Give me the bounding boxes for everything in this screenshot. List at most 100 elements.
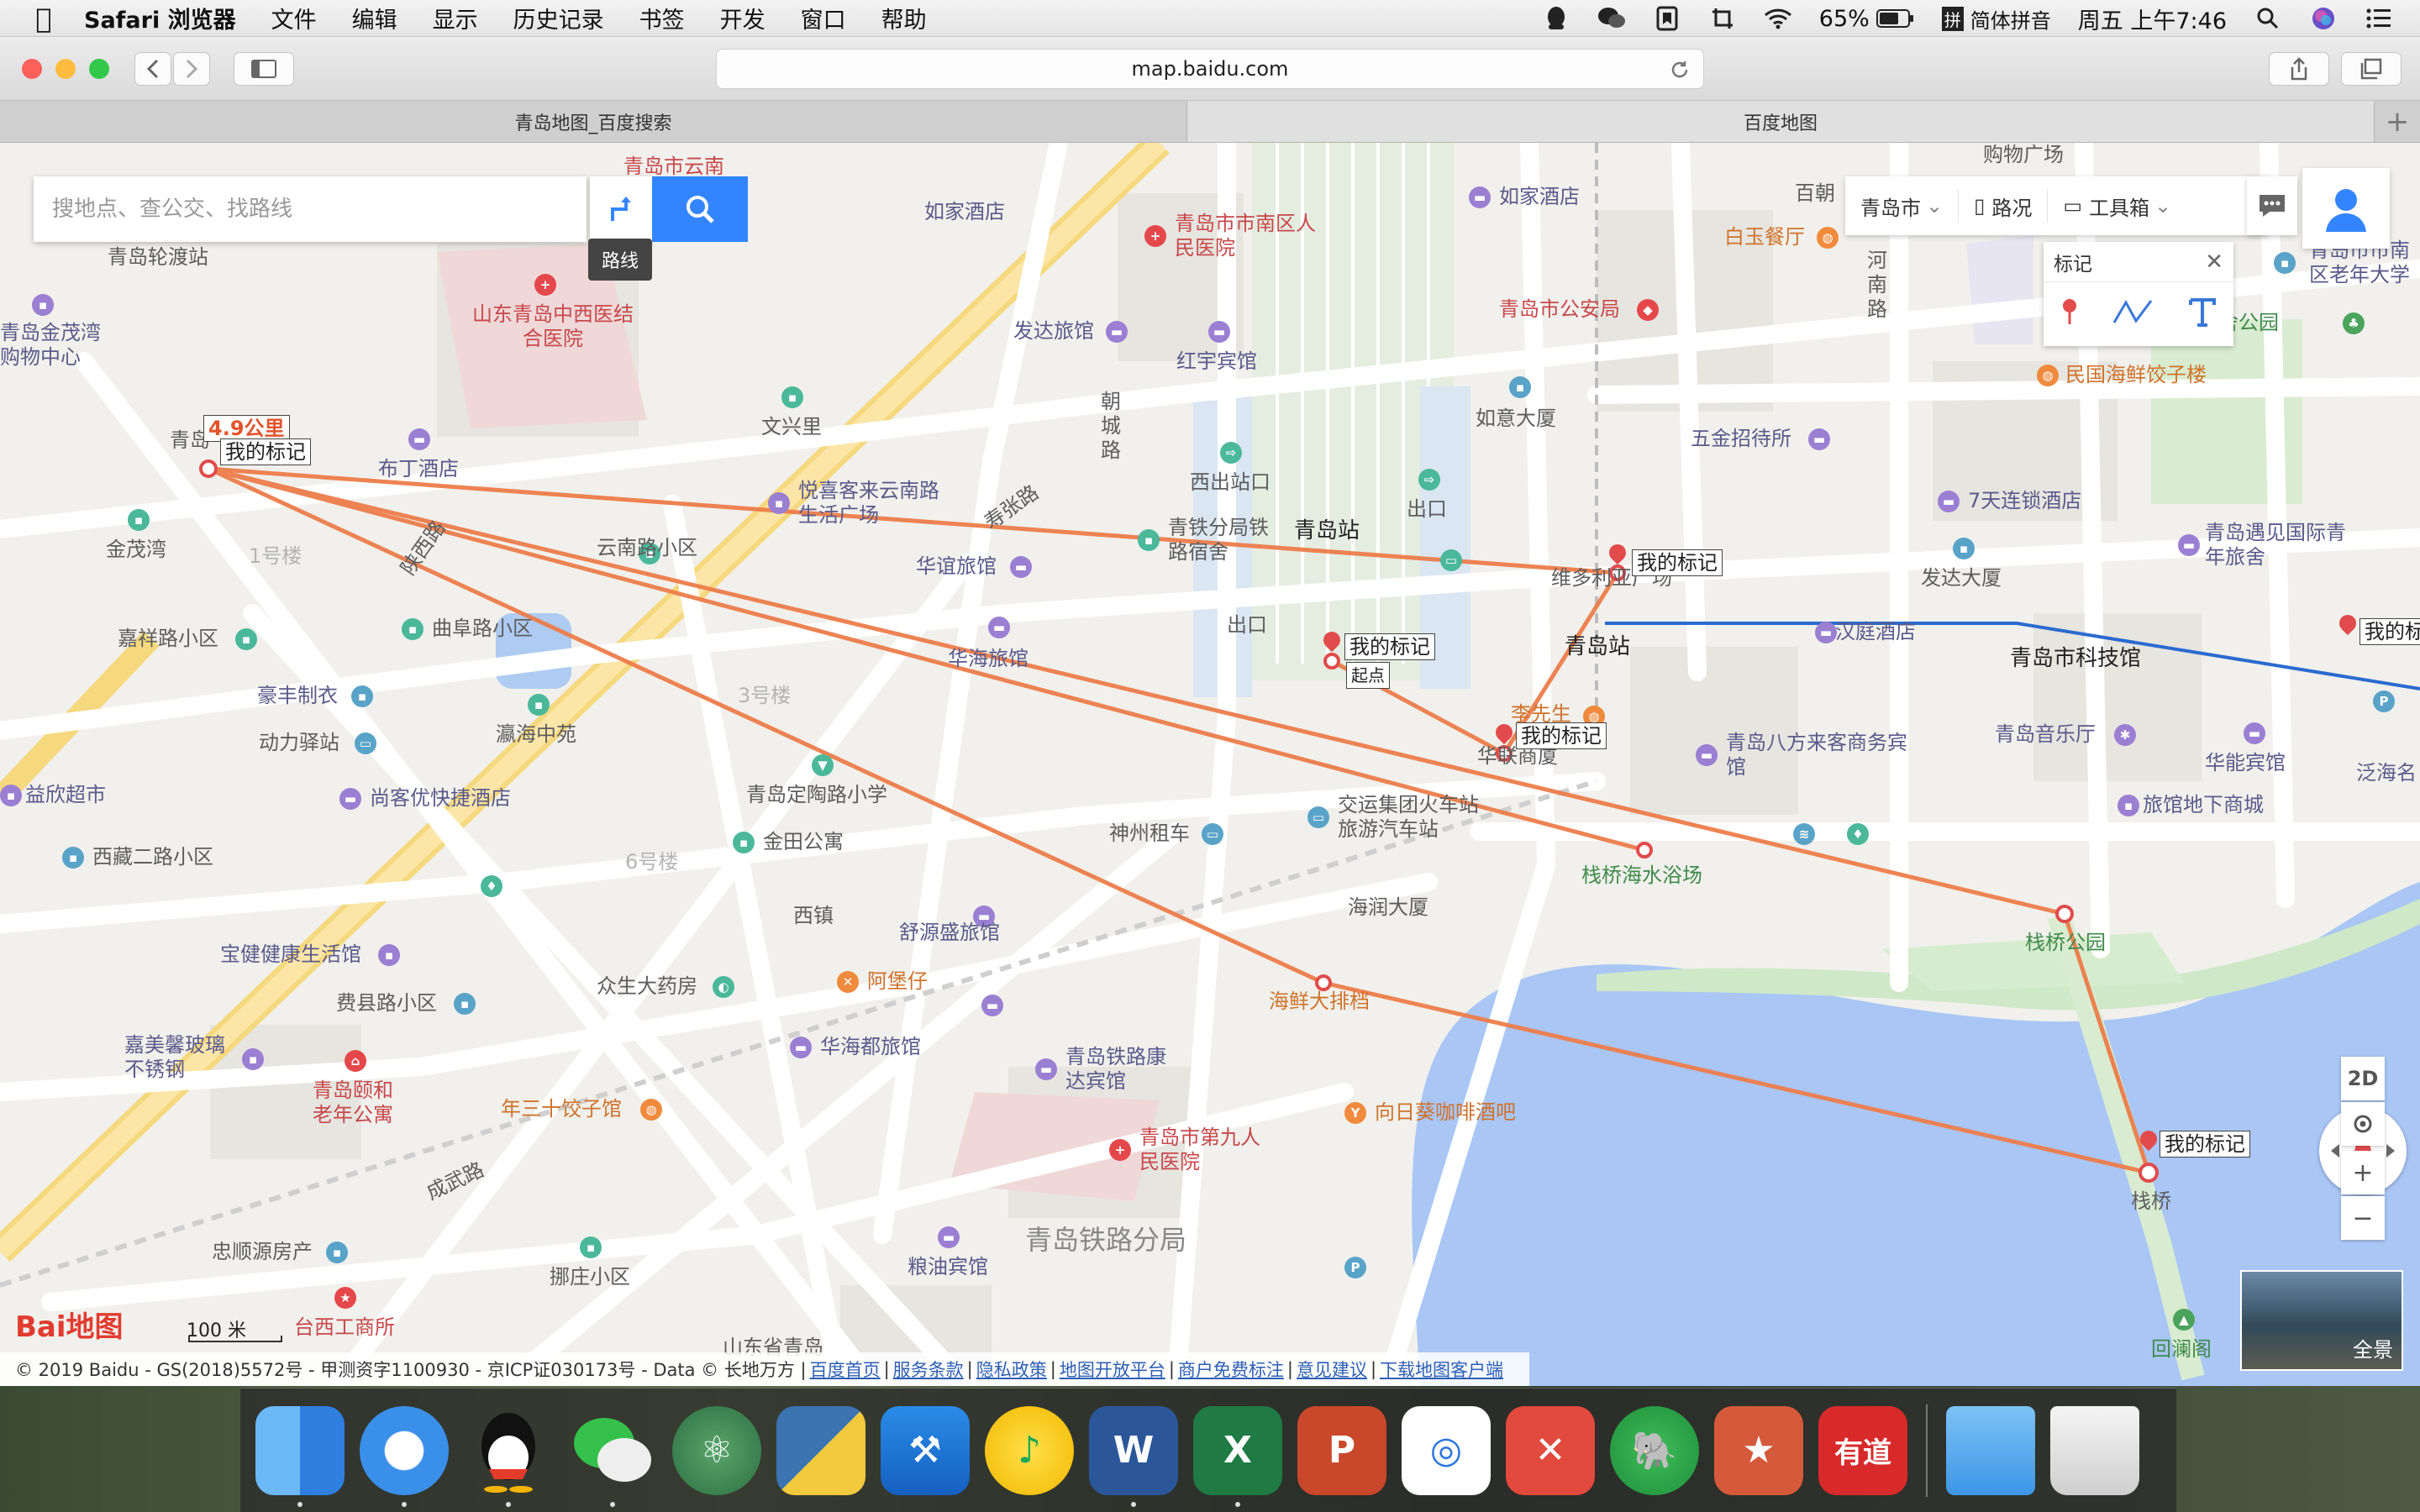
- safari-icon[interactable]: [360, 1405, 449, 1507]
- map-label[interactable]: 五金招待所: [1691, 427, 1791, 451]
- menu-develop[interactable]: 开发: [720, 2, 765, 34]
- share-button[interactable]: [2269, 52, 2329, 86]
- community-icon[interactable]: ▪: [235, 628, 257, 650]
- map-label[interactable]: 费县路小区: [336, 991, 437, 1016]
- restaurant-icon[interactable]: ✕: [837, 971, 859, 993]
- menu-file[interactable]: 文件: [271, 2, 317, 34]
- zoom-window-button[interactable]: [89, 59, 109, 79]
- shop-icon[interactable]: ▪: [351, 685, 373, 707]
- my-marker-label[interactable]: 我的标记: [1344, 633, 1435, 660]
- map-label[interactable]: 忠顺源房产: [212, 1240, 313, 1264]
- close-window-button[interactable]: [22, 59, 42, 79]
- map-label[interactable]: 如家酒店: [1499, 185, 1580, 209]
- wechat-icon[interactable]: [568, 1406, 657, 1507]
- word-icon[interactable]: W: [1089, 1405, 1178, 1507]
- map-label[interactable]: 布丁酒店: [378, 457, 459, 481]
- youdao-icon[interactable]: 有道: [1818, 1405, 1907, 1495]
- map-label[interactable]: 旅馆地下商城: [2143, 793, 2264, 817]
- zoom-out-button[interactable]: −: [2341, 1196, 2385, 1240]
- map-canvas[interactable]: 青岛轮渡站 青岛市云南 如家酒店 + 青岛市市南区人民医院 ▬ 如家酒店 百朝 …: [0, 143, 2420, 1386]
- map-label[interactable]: 青岛颐和老年公寓: [313, 1079, 405, 1127]
- map-label[interactable]: 益欣超市: [25, 783, 106, 807]
- bookmark-app-status-icon[interactable]: [1653, 6, 1681, 31]
- my-marker-label[interactable]: 我的标记: [220, 438, 311, 465]
- map-label[interactable]: 民国海鲜饺子楼: [2065, 363, 2207, 387]
- restaurant-icon[interactable]: ◍: [640, 1099, 662, 1121]
- menu-edit[interactable]: 编辑: [352, 2, 397, 34]
- map-label[interactable]: 云南路小区: [597, 536, 697, 560]
- map-label[interactable]: 青岛定陶路小学: [746, 783, 887, 807]
- address-bar[interactable]: map.baidu.com: [716, 49, 1704, 89]
- wps-icon[interactable]: ✕: [1506, 1405, 1595, 1495]
- hotel-icon[interactable]: ▬: [1035, 1058, 1057, 1080]
- map-label[interactable]: 山东青岛中西医结合医院: [469, 302, 637, 351]
- restaurant-icon[interactable]: ◍: [1817, 227, 1839, 249]
- map-label[interactable]: 动力驿站: [259, 731, 339, 755]
- map-label[interactable]: 7天连锁酒店: [1968, 489, 2081, 513]
- route-button[interactable]: [590, 176, 652, 242]
- map-label[interactable]: 向日葵咖啡酒吧: [1375, 1100, 1516, 1125]
- footer-link[interactable]: 商户免费标注: [1178, 1357, 1284, 1382]
- car-icon[interactable]: ▭: [1202, 823, 1223, 845]
- mall-icon[interactable]: ▪: [32, 294, 54, 316]
- trash-icon[interactable]: [2050, 1405, 2139, 1495]
- hotel-icon[interactable]: ▬: [988, 617, 1010, 638]
- map-label[interactable]: 青岛遇见国际青年旅舍: [2205, 521, 2348, 570]
- finder-icon[interactable]: [255, 1405, 345, 1507]
- input-method-menu[interactable]: 拼 简体拼音: [1941, 4, 2051, 34]
- hotel-icon[interactable]: ▬: [2178, 534, 2200, 556]
- map-label[interactable]: 购物广场: [1983, 143, 2064, 167]
- hotel-icon[interactable]: ▬: [1469, 186, 1491, 208]
- map-label[interactable]: 华海旅馆: [948, 647, 1028, 671]
- car-icon[interactable]: ▭: [355, 732, 376, 754]
- exit-icon[interactable]: ⇨: [1220, 442, 1242, 464]
- sidebar-button[interactable]: [234, 52, 294, 86]
- close-icon[interactable]: ✕: [2205, 249, 2223, 275]
- point-marker-tool[interactable]: [2060, 297, 2080, 329]
- map-label[interactable]: 海鲜大排档: [1269, 990, 1370, 1014]
- map-label[interactable]: 神州租车: [1109, 822, 1190, 846]
- map-label[interactable]: 西镇: [793, 904, 834, 928]
- hospital-icon[interactable]: +: [534, 274, 556, 296]
- tab-qingdao-search[interactable]: 青岛地图_百度搜索: [0, 101, 1187, 142]
- hotel-icon[interactable]: ▬: [981, 995, 1003, 1016]
- menu-window[interactable]: 窗口: [801, 2, 846, 34]
- toilet-icon[interactable]: ♦: [481, 875, 502, 897]
- siri-icon[interactable]: [2309, 6, 2338, 31]
- hotel-icon[interactable]: ▬: [1938, 491, 1960, 512]
- map-label[interactable]: 青岛市市南区人民医院: [1175, 212, 1318, 260]
- map-label[interactable]: 出口: [1227, 613, 1267, 638]
- hospital-icon[interactable]: +: [1109, 1139, 1131, 1161]
- bus-icon[interactable]: ▭: [1440, 549, 1462, 571]
- qq-icon[interactable]: [464, 1406, 553, 1507]
- map-label[interactable]: 青岛站: [1565, 635, 1630, 659]
- exit-icon[interactable]: ⇨: [1418, 469, 1440, 491]
- user-avatar-button[interactable]: [2302, 168, 2390, 249]
- map-label[interactable]: 青岛八方来客商务宾馆: [1726, 731, 1911, 780]
- hotel-icon[interactable]: ▬: [1808, 428, 1830, 450]
- map-label[interactable]: 发达大厦: [1921, 566, 2002, 591]
- map-label[interactable]: 悦喜客来云南路生活广场: [798, 479, 950, 528]
- map-label[interactable]: 交运集团火车站旅游汽车站: [1338, 793, 1497, 842]
- qq-music-icon[interactable]: ♪: [985, 1405, 1074, 1495]
- map-label[interactable]: 金田公寓: [763, 830, 844, 854]
- map-label[interactable]: 朝城路: [1101, 390, 1126, 463]
- map-label[interactable]: 豪丰制衣: [257, 684, 338, 708]
- locate-button[interactable]: [2341, 1102, 2385, 1146]
- map-label[interactable]: 嘉美馨玻璃不锈钢: [124, 1033, 242, 1082]
- community-icon[interactable]: ▪: [580, 1236, 602, 1258]
- map-label[interactable]: 出口: [1407, 497, 1447, 522]
- building-icon[interactable]: ▪: [1138, 529, 1160, 551]
- new-tab-button[interactable]: +: [2375, 101, 2420, 142]
- hotel-icon[interactable]: ▬: [1106, 321, 1128, 343]
- map-label[interactable]: 瀛海中苑: [496, 722, 576, 747]
- tab-baidu-map[interactable]: 百度地图: [1187, 101, 2375, 142]
- footer-link[interactable]: 地图开放平台: [1060, 1357, 1165, 1382]
- community-icon[interactable]: ▪: [128, 509, 150, 531]
- back-button[interactable]: [134, 52, 171, 86]
- mall-icon[interactable]: ▪: [2118, 795, 2139, 816]
- map-label[interactable]: 青岛市科技馆: [2010, 647, 2141, 671]
- map-label[interactable]: 阿堡仔: [867, 969, 928, 994]
- map-label[interactable]: 文兴里: [761, 415, 822, 439]
- map-label[interactable]: 青岛铁路康达宾馆: [1065, 1045, 1166, 1094]
